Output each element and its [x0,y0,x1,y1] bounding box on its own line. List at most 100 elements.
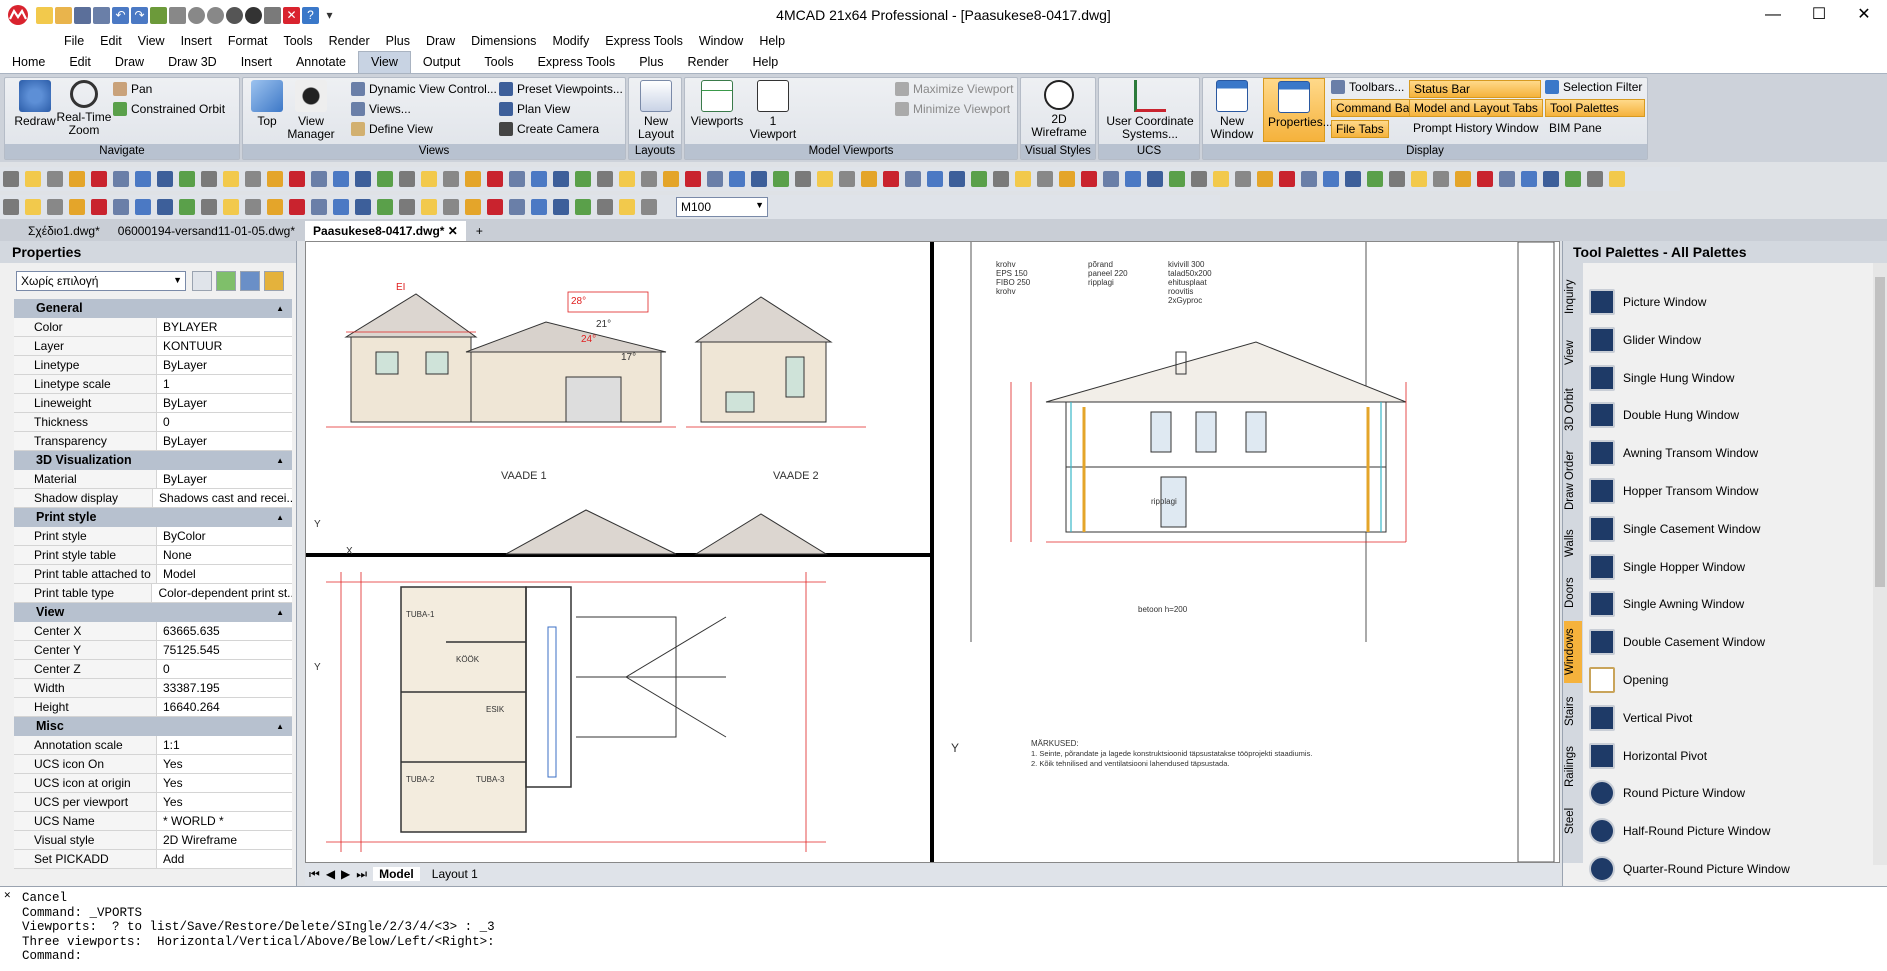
realtime-zoom-button[interactable]: Real-Time Zoom [55,80,113,137]
standard-tool-icon[interactable] [531,171,547,187]
quick-select-icon[interactable] [216,271,236,291]
tab-output[interactable]: Output [411,52,473,73]
viewports-button[interactable]: Viewports [689,80,745,128]
selection-combo[interactable]: Χωρίς επιλογή ▼ [16,271,186,291]
palette-item[interactable]: Vertical Pivot [1589,704,1692,731]
draw-tool-icon[interactable] [135,199,151,215]
palette-item[interactable]: Single Casement Window [1589,515,1760,542]
vtab-3d-orbit[interactable]: 3D Orbit [1564,381,1582,439]
standard-tool-icon[interactable] [1213,171,1229,187]
standard-tool-icon[interactable] [1565,171,1581,187]
standard-tool-icon[interactable] [47,171,63,187]
draw-tool-icon[interactable] [201,199,217,215]
draw-tool-icon[interactable] [641,199,657,215]
standard-tool-icon[interactable] [641,171,657,187]
standard-tool-icon[interactable] [575,171,591,187]
app-logo-icon[interactable] [0,0,36,30]
standard-tool-icon[interactable] [1125,171,1141,187]
status-bar-button[interactable]: Status Bar [1409,80,1541,98]
property-value[interactable]: 75125.545 [157,641,220,659]
cancel-circle-2-icon[interactable] [207,6,224,24]
pan-button[interactable]: Pan [113,82,152,96]
scale-combo[interactable]: M100 ▼ [676,197,768,217]
tab-plus[interactable]: Plus [627,52,675,73]
property-value[interactable]: Shadows cast and recei... [153,489,292,507]
property-value[interactable]: 16640.264 [157,698,220,716]
draw-tool-icon[interactable] [69,199,85,215]
close-command-icon[interactable]: ✕ [4,889,11,904]
tab-home[interactable]: Home [0,52,57,73]
property-value[interactable]: BYLAYER [157,318,217,336]
standard-tool-icon[interactable] [465,171,481,187]
draw-tool-icon[interactable] [421,199,437,215]
property-value[interactable]: KONTUUR [157,337,222,355]
standard-tool-icon[interactable] [1037,171,1053,187]
standard-tool-icon[interactable] [157,171,173,187]
tab-draw[interactable]: Draw [103,52,156,73]
vtab-walls[interactable]: Walls [1564,521,1582,565]
standard-tool-icon[interactable] [377,171,393,187]
standard-tool-icon[interactable] [1147,171,1163,187]
standard-tool-icon[interactable] [927,171,943,187]
standard-tool-icon[interactable] [729,171,745,187]
property-row[interactable]: Print table type Color-dependent print st… [14,584,292,603]
property-row[interactable]: Lineweight ByLayer [14,394,292,413]
standard-tool-icon[interactable] [1543,171,1559,187]
standard-tool-icon[interactable] [333,171,349,187]
property-value[interactable]: ByLayer [157,394,207,412]
menu-file[interactable]: File [56,34,92,48]
wireframe-button[interactable]: 2D Wireframe [1023,80,1095,139]
menu-express-tools[interactable]: Express Tools [597,34,691,48]
menu-help[interactable]: Help [751,34,793,48]
property-row[interactable]: Set PICKADD Add [14,850,292,869]
draw-tool-icon[interactable] [399,199,415,215]
menu-window[interactable]: Window [691,34,751,48]
standard-tool-icon[interactable] [861,171,877,187]
new-tab-button[interactable]: + [468,221,491,241]
palette-item[interactable]: Awning Transom Window [1589,440,1758,467]
standard-tool-icon[interactable] [487,171,503,187]
standard-tool-icon[interactable] [69,171,85,187]
draw-tool-icon[interactable] [531,199,547,215]
menu-plus[interactable]: Plus [378,34,418,48]
tab-express-tools[interactable]: Express Tools [526,52,628,73]
selection-filter-button[interactable]: Selection Filter [1545,80,1642,94]
select-objects-icon[interactable] [240,271,260,291]
draw-tool-icon[interactable] [91,199,107,215]
constrained-orbit-button[interactable]: Constrained Orbit [113,102,225,116]
draw-tool-icon[interactable] [597,199,613,215]
palette-scroll-thumb[interactable] [1875,277,1885,587]
property-row[interactable]: Width 33387.195 [14,679,292,698]
vtab-railings[interactable]: Railings [1564,739,1582,795]
standard-tool-icon[interactable] [113,171,129,187]
tab-draw-3d[interactable]: Draw 3D [156,52,229,73]
property-row[interactable]: UCS icon at origin Yes [14,774,292,793]
property-row[interactable]: Visual style 2D Wireframe [14,831,292,850]
standard-tool-icon[interactable] [597,171,613,187]
tab-render[interactable]: Render [676,52,741,73]
tab-tools[interactable]: Tools [472,52,525,73]
standard-tool-icon[interactable] [1081,171,1097,187]
standard-tool-icon[interactable] [399,171,415,187]
draw-tool-icon[interactable] [267,199,283,215]
property-row[interactable]: Transparency ByLayer [14,432,292,451]
property-value[interactable]: 2D Wireframe [157,831,237,849]
standard-tool-icon[interactable] [1191,171,1207,187]
standard-tool-icon[interactable] [421,171,437,187]
standard-tool-icon[interactable] [883,171,899,187]
standard-tool-icon[interactable] [707,171,723,187]
vtab-doors[interactable]: Doors [1564,571,1582,615]
property-value[interactable]: 63665.635 [157,622,220,640]
standard-tool-icon[interactable] [971,171,987,187]
standard-tool-icon[interactable] [1103,171,1119,187]
draw-tool-icon[interactable] [157,199,173,215]
property-value[interactable]: ByColor [157,527,206,545]
property-row[interactable]: Material ByLayer [14,470,292,489]
property-row[interactable]: Linetype ByLayer [14,356,292,375]
tab-insert[interactable]: Insert [229,52,284,73]
shade-sphere-icon[interactable] [226,6,243,24]
property-value[interactable]: Yes [157,793,183,811]
property-section-header[interactable]: Misc [14,717,292,736]
standard-tool-icon[interactable] [1015,171,1031,187]
standard-tool-icon[interactable] [1411,171,1427,187]
